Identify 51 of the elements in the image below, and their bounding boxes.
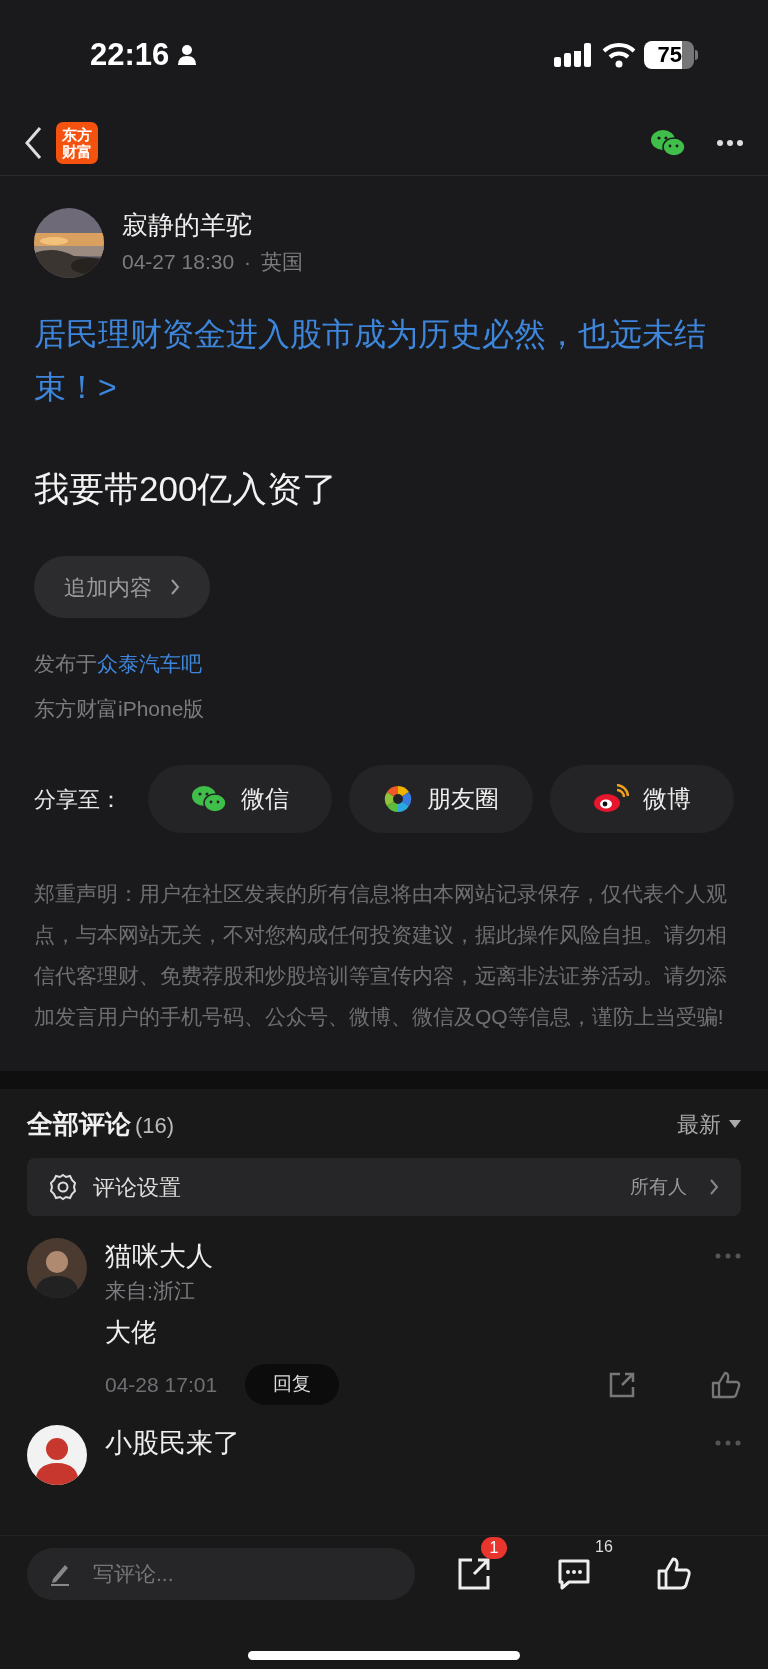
notification-badge: 1: [481, 1537, 507, 1559]
forum-link[interactable]: 众泰汽车吧: [97, 652, 202, 675]
pencil-icon: [49, 1562, 71, 1586]
comments-heading: 全部评论: [27, 1108, 131, 1141]
post-body: 我要带200亿入资了: [34, 468, 339, 510]
add-content-button[interactable]: 追加内容: [34, 556, 210, 618]
settings-value: 所有人: [630, 1174, 687, 1199]
share-label: 分享至：: [34, 785, 123, 814]
comment-icon[interactable]: [557, 1557, 591, 1591]
thumbs-up-icon[interactable]: [711, 1370, 741, 1399]
wechat-icon[interactable]: [650, 127, 686, 158]
comment-time: 04-28 17:01: [105, 1371, 218, 1398]
comment-text: 大佬: [105, 1316, 158, 1349]
avatar: [27, 1425, 87, 1485]
status-time: 22:16: [90, 35, 170, 74]
comment-settings-row[interactable]: 评论设置 所有人: [27, 1158, 741, 1216]
author-name[interactable]: 寂静的羊驼: [122, 208, 304, 243]
share-button[interactable]: 微信: [148, 765, 332, 833]
comment-total: 16: [595, 1537, 613, 1557]
settings-label: 评论设置: [93, 1173, 181, 1202]
commenter-name[interactable]: 小股民来了: [105, 1425, 240, 1461]
wechat-icon: [191, 784, 227, 814]
commenter-location: 来自:浙江: [105, 1278, 196, 1304]
commenter-name[interactable]: 猫咪大人: [105, 1238, 213, 1274]
back-icon[interactable]: [24, 125, 42, 160]
dropdown-icon: [729, 1120, 741, 1129]
comment-input-field[interactable]: 写评论...: [27, 1548, 415, 1600]
more-icon[interactable]: [716, 138, 744, 147]
signal-icon: [554, 41, 594, 69]
post-title-link[interactable]: 居民理财资金进入股市成为历史必然，也远未结束！>: [34, 308, 724, 414]
source-text: 东方财富iPhone版: [34, 696, 206, 722]
disclaimer-text: 郑重声明：用户在社区发表的所有信息将由本网站记录保存，仅代表个人观点，与本网站无关，不对您构成任何投资建议，据此操作风险自担。请勿相信代客理财、免费荐股和炒股培训等宣传内容，远离非法证券活动。请勿添加发言用户的手机号码、公众号、微博、微信及QQ等信息，谨防上当受骗!: [34, 881, 728, 1030]
reply-button[interactable]: 回复: [245, 1364, 340, 1405]
wifi-icon: [602, 42, 636, 68]
app-logo: 东方 财富: [56, 121, 98, 164]
chevron-right-icon: [170, 578, 180, 596]
share-button[interactable]: 微博: [550, 765, 734, 833]
person-icon: [177, 44, 198, 66]
aperture-icon: [383, 784, 413, 814]
post-location: 英国: [261, 249, 304, 276]
sort-dropdown[interactable]: 最新: [677, 1108, 741, 1141]
chevron-right-icon: [709, 1178, 719, 1196]
separator-dot: ·: [244, 249, 252, 276]
weibo-icon: [593, 784, 629, 814]
avatar: [27, 1238, 87, 1298]
comment-count: (16): [135, 1112, 175, 1140]
share-icon[interactable]: [457, 1557, 491, 1591]
share-button[interactable]: 朋友圈: [349, 765, 533, 833]
settings-icon: [49, 1173, 77, 1201]
published-in-text: 发布于众泰汽车吧: [34, 651, 203, 677]
post-time: 04-27 18:30: [122, 249, 235, 276]
